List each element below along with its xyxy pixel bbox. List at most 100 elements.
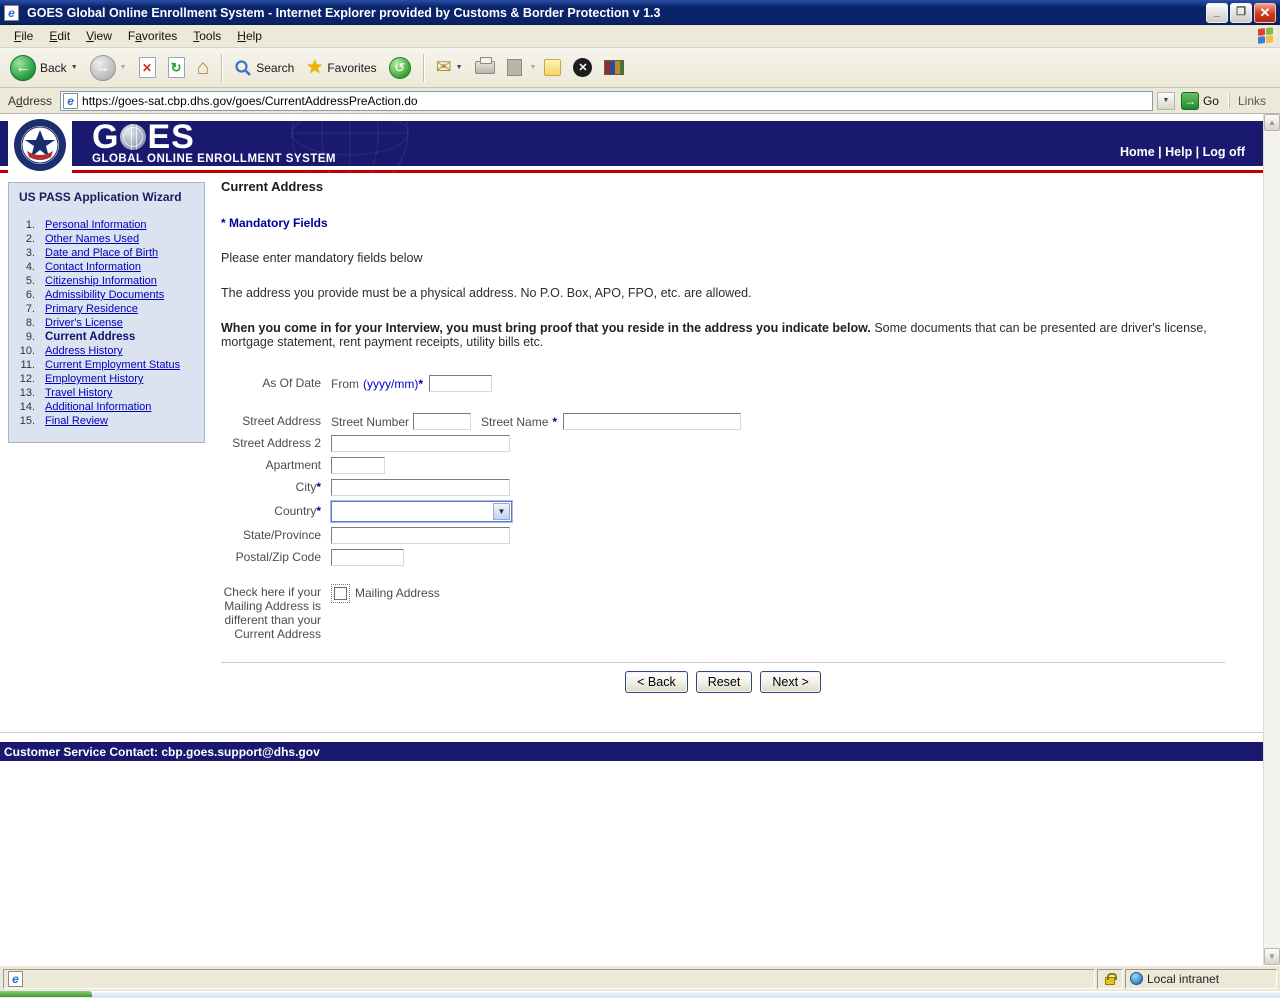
sidebar-item-drivers-license[interactable]: 8. Driver's License [9, 316, 204, 330]
toolbar-separator [422, 53, 424, 82]
street-address2-input[interactable] [331, 435, 510, 452]
search-icon [235, 59, 252, 76]
sidebar-item-contact-information[interactable]: 4. Contact Information [9, 260, 204, 274]
wizard-sidebar: US PASS Application Wizard 1. Personal In… [8, 182, 205, 443]
favorites-star-icon: ★ [306, 57, 324, 78]
stop-button[interactable]: ✕ [135, 55, 160, 80]
main-content: Current Address * Mandatory Fields Pleas… [221, 173, 1263, 693]
zone-panel: Local intranet [1125, 968, 1277, 989]
postal-zip-row: Postal/Zip Code [221, 549, 1225, 566]
favorites-button[interactable]: ★ Favorites [302, 56, 380, 79]
browser-toolbar: ← Back ▼ → ▼ ✕ ↻ ⌂ Search ★ Favorites ↺ … [0, 48, 1280, 88]
mail-dropdown-icon[interactable]: ▼ [456, 64, 463, 71]
street-address-row: Street Address Street Number Street Name… [221, 413, 1225, 430]
back-wizard-button[interactable]: < Back [625, 671, 688, 693]
menu-help[interactable]: Help [229, 27, 270, 45]
home-button[interactable]: ⌂ [193, 55, 214, 80]
lock-icon [1105, 972, 1117, 985]
address-label: Address [8, 93, 53, 108]
city-input[interactable] [331, 479, 510, 496]
print-button[interactable] [471, 57, 499, 76]
menu-view[interactable]: View [78, 27, 120, 45]
sidebar-item-current-address[interactable]: 9. Current Address [9, 330, 204, 344]
menu-edit[interactable]: Edit [41, 27, 78, 45]
menu-favorites[interactable]: Favorites [120, 27, 185, 45]
sidebar-item-personal-information[interactable]: 1. Personal Information [9, 218, 204, 232]
stop-icon: ✕ [138, 57, 156, 78]
sidebar-item-admissibility-documents[interactable]: 6. Admissibility Documents [9, 288, 204, 302]
street-address2-row: Street Address 2 [221, 435, 1225, 452]
address-url: https://goes-sat.cbp.dhs.gov/goes/Curren… [82, 93, 418, 108]
header-nav-links[interactable]: Home | Help | Log off [1120, 145, 1245, 159]
logo-subtitle: GLOBAL ONLINE ENROLLMENT SYSTEM [92, 153, 337, 165]
status-message-panel: e [3, 968, 1095, 989]
refresh-button[interactable]: ↻ [164, 55, 189, 80]
menu-file[interactable]: File [6, 27, 41, 45]
go-arrow-icon: → [1180, 91, 1199, 110]
edit-dropdown-icon: ▼ [529, 64, 537, 71]
close-button[interactable]: ✕ [1254, 2, 1276, 23]
sidebar-item-final-review[interactable]: 15. Final Review [9, 414, 204, 428]
title-bar: e GOES Global Online Enrollment System -… [0, 0, 1280, 25]
address-dropdown-icon[interactable]: ▼ [1156, 91, 1175, 110]
status-bar: e Local intranet [0, 965, 1280, 991]
postal-zip-input[interactable] [331, 549, 404, 566]
back-dropdown-icon[interactable]: ▼ [71, 64, 78, 71]
mailing-address-checkbox[interactable] [331, 584, 350, 603]
menu-tools[interactable]: Tools [185, 27, 229, 45]
country-row: Country* ▼ [221, 501, 1225, 522]
logo-letters-es: ES [147, 118, 195, 156]
instruction-text: Please enter mandatory fields below [221, 251, 423, 265]
scroll-up-icon[interactable]: ▲ [1264, 114, 1280, 131]
search-button[interactable]: Search [230, 57, 298, 79]
sidebar-item-other-names-used[interactable]: 2. Other Names Used [9, 232, 204, 246]
scroll-down-icon[interactable]: ▼ [1264, 948, 1280, 965]
street-name-input[interactable] [563, 413, 742, 430]
country-select[interactable]: ▼ [331, 501, 512, 522]
edit-button[interactable] [503, 57, 526, 78]
city-row: City* [221, 479, 1225, 496]
msn-button[interactable]: ✕ [569, 56, 596, 79]
address-input[interactable]: e https://goes-sat.cbp.dhs.gov/goes/Curr… [60, 90, 1153, 111]
from-date-input[interactable] [429, 375, 492, 392]
mail-icon: ✉ [435, 57, 452, 78]
research-button[interactable] [600, 58, 628, 77]
sidebar-item-citizenship-information[interactable]: 5. Citizenship Information [9, 274, 204, 288]
start-button[interactable] [0, 991, 92, 997]
sidebar-item-current-employment-status[interactable]: 11. Current Employment Status [9, 358, 204, 372]
logo-letter-g: G [92, 118, 120, 156]
physical-address-note: The address you provide must be a physic… [221, 286, 752, 300]
chevron-down-icon[interactable]: ▼ [493, 503, 510, 520]
sidebar-item-travel-history[interactable]: 13. Travel History [9, 386, 204, 400]
messenger-button[interactable] [540, 57, 565, 78]
sidebar-item-additional-information[interactable]: 14. Additional Information [9, 400, 204, 414]
state-province-row: State/Province [221, 527, 1225, 544]
msn-x-icon: ✕ [573, 58, 593, 77]
print-icon [474, 57, 495, 74]
state-province-input[interactable] [331, 527, 510, 544]
goes-page: G ES GLOBAL ONLINE ENROLLMENT SYSTEM Hom… [0, 113, 1263, 965]
go-button[interactable]: → Go [1179, 91, 1225, 111]
apartment-input[interactable] [331, 457, 385, 474]
next-button[interactable]: Next > [760, 671, 821, 693]
windows-taskbar [0, 991, 1280, 997]
minimize-button[interactable]: _ [1206, 2, 1228, 23]
sidebar-item-primary-residence[interactable]: 7. Primary Residence [9, 302, 204, 316]
sidebar-item-date-and-place-of-birth[interactable]: 3. Date and Place of Birth [9, 246, 204, 260]
sidebar-item-address-history[interactable]: 10. Address History [9, 344, 204, 358]
links-toolbar-label[interactable]: Links [1228, 93, 1276, 108]
restore-button[interactable]: ❐ [1230, 2, 1252, 23]
taskbar-strip [92, 991, 1280, 997]
vertical-scrollbar[interactable]: ▲ ▼ [1263, 114, 1280, 965]
reset-button[interactable]: Reset [695, 671, 753, 693]
sidebar-item-employment-history[interactable]: 12. Employment History [9, 372, 204, 386]
customer-service-contact: Customer Service Contact: cbp.goes.suppo… [4, 744, 320, 759]
back-button[interactable]: ← Back ▼ [6, 53, 82, 83]
street-number-input[interactable] [413, 413, 472, 430]
forward-button[interactable]: → ▼ [86, 53, 131, 83]
edit-icon [506, 59, 522, 76]
mail-button[interactable]: ✉ ▼ [432, 56, 467, 79]
history-button[interactable]: ↺ [385, 55, 415, 81]
wizard-buttons: < Back Reset Next > [221, 671, 1225, 693]
goes-banner: G ES GLOBAL ONLINE ENROLLMENT SYSTEM Hom… [0, 113, 1263, 183]
